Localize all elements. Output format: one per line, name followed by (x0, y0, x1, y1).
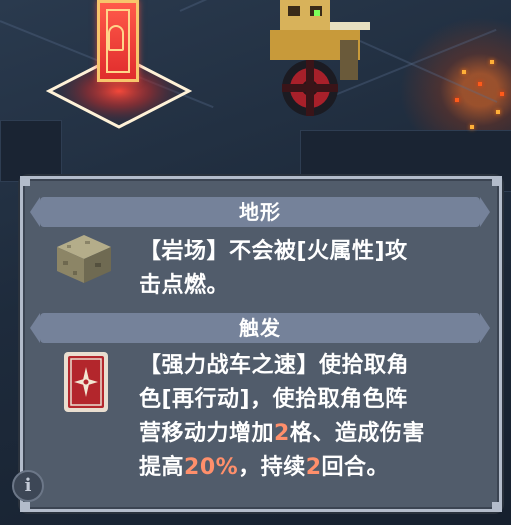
terrain-description: 【岩场】不会被[火属性]攻 击点燃。 (139, 235, 479, 303)
ember (496, 110, 500, 114)
panel-corner (20, 502, 30, 512)
highlight-value: 20% (184, 455, 239, 480)
panel-corner (20, 176, 30, 186)
banner-item-icon[interactable] (97, 0, 139, 82)
highlight-value: 2 (305, 455, 322, 480)
trigger-desc-line: 【强力战车之速】使拾取角 (139, 353, 410, 378)
trigger-desc-line: 色[再行动]，使拾取角色阵 (139, 387, 408, 412)
panel-corner (492, 176, 502, 186)
trigger-text: 营移动力增加 (139, 421, 275, 446)
ember (462, 70, 466, 74)
terrain-desc-line: 【岩场】不会被[火属性]攻 (139, 239, 408, 264)
trigger-description: 【强力战车之速】使拾取角 色[再行动]，使拾取角色阵 营移动力增加2格、造成伤害… (139, 349, 479, 485)
banner-glyph (108, 25, 124, 51)
trigger-desc-line: 提高20%，持续2回合。 (139, 451, 479, 485)
trigger-text: ，持续 (238, 455, 306, 480)
ember (500, 92, 504, 96)
red-card-icon (64, 352, 108, 412)
terrain-header: 地形 (30, 197, 490, 227)
info-icon[interactable]: i (12, 470, 44, 502)
ember (490, 60, 494, 64)
ember (470, 125, 474, 129)
terrain-desc-line: 击点燃。 (139, 273, 230, 298)
trigger-text: 回合。 (321, 455, 390, 480)
panel-corner (492, 502, 502, 512)
trigger-header-label: 触发 (239, 316, 281, 340)
highlight-value: 2 (274, 421, 290, 446)
ember (455, 98, 459, 102)
trigger-text: 提高 (139, 455, 185, 480)
rock-block-icon (57, 235, 111, 283)
terrain-header-label: 地形 (239, 200, 281, 224)
grid-line (359, 40, 498, 103)
trigger-header: 触发 (30, 313, 490, 343)
trigger-text: 格、造成伤害 (289, 421, 425, 446)
tile-info-tooltip: 地形 【岩场】不会被[火属性]攻 击点燃。 触发 【强力战车之速】使拾取角 色[… (20, 176, 502, 512)
trigger-desc-line: 营移动力增加2格、造成伤害 (139, 417, 479, 451)
chariot-unit-sprite[interactable] (270, 0, 380, 120)
ember (478, 82, 482, 86)
